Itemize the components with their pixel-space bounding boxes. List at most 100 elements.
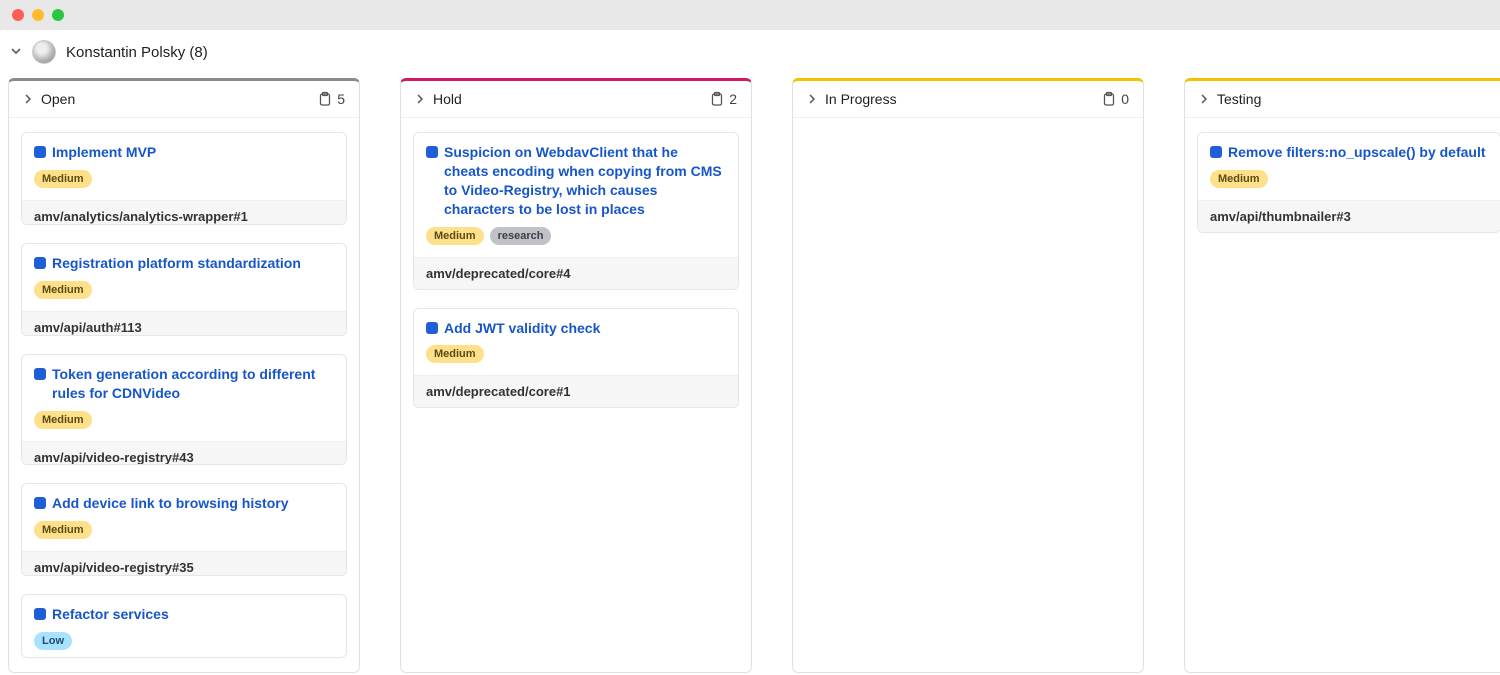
card-title[interactable]: Implement MVP	[52, 143, 156, 162]
issue-type-icon	[1210, 146, 1222, 158]
card-title[interactable]: Registration platform standardization	[52, 254, 301, 273]
card-reference[interactable]: amv/api/thumbnailer#3	[1198, 200, 1500, 232]
card-reference[interactable]: amv/analytics/analytics-wrapper#1	[22, 200, 346, 225]
card-body: Token generation according to different …	[22, 355, 346, 441]
column-header[interactable]: In Progress0	[793, 81, 1143, 118]
column-count: 5	[317, 91, 345, 107]
label-badge[interactable]: Medium	[426, 227, 484, 245]
column-body: Suspicion on WebdavClient that he cheats…	[401, 118, 751, 422]
card-title-row: Token generation according to different …	[34, 365, 334, 403]
issue-type-icon	[426, 322, 438, 334]
window-minimize-button[interactable]	[32, 9, 44, 21]
card-title-row: Registration platform standardization	[34, 254, 301, 273]
card-body: Add JWT validity check Medium	[414, 309, 738, 376]
collapse-column-icon[interactable]	[1199, 94, 1209, 104]
card-labels: Medium	[426, 345, 484, 363]
column-count-value: 2	[729, 91, 737, 107]
card[interactable]: Registration platform standardization Med…	[21, 243, 347, 336]
card-title[interactable]: Add JWT validity check	[444, 319, 600, 338]
column-hold: Hold 2 Suspicion on WebdavClient that he c…	[400, 78, 752, 673]
card-body: Refactor services Low	[22, 595, 346, 658]
column-body	[793, 118, 1143, 146]
issue-type-icon	[34, 497, 46, 509]
card-body: Suspicion on WebdavClient that he cheats…	[414, 133, 738, 257]
card[interactable]: Refactor services Low	[21, 594, 347, 658]
label-badge[interactable]: Medium	[34, 411, 92, 429]
issue-type-icon	[34, 368, 46, 380]
swimlane-header[interactable]: Konstantin Polsky (8)	[0, 30, 1500, 76]
card-title-row: Remove filters:no_upscale() by default	[1210, 143, 1486, 162]
card[interactable]: Remove filters:no_upscale() by default Me…	[1197, 132, 1500, 233]
column-title: Testing	[1217, 91, 1499, 107]
card-labels: Low	[34, 632, 72, 650]
column-count-value: 5	[337, 91, 345, 107]
board: Open 5 Implement MVP Medium amv/analytics/an…	[0, 76, 1500, 673]
card[interactable]: Add device link to browsing history Mediu…	[21, 483, 347, 576]
column-testing: Testing Remove filters:no_upscale() by de…	[1184, 78, 1500, 673]
card-body: Remove filters:no_upscale() by default Me…	[1198, 133, 1500, 200]
avatar	[32, 40, 56, 64]
issue-type-icon	[34, 257, 46, 269]
collapse-swimlane-icon[interactable]	[10, 46, 22, 58]
label-badge[interactable]: Low	[34, 632, 72, 650]
collapse-column-icon[interactable]	[415, 94, 425, 104]
card-labels: Medium	[34, 521, 92, 539]
window-close-button[interactable]	[12, 9, 24, 21]
card[interactable]: Implement MVP Medium amv/analytics/analyti…	[21, 132, 347, 225]
column-body: Implement MVP Medium amv/analytics/analyti…	[9, 118, 359, 672]
label-badge[interactable]: Medium	[34, 170, 92, 188]
card[interactable]: Add JWT validity check Medium amv/deprecat…	[413, 308, 739, 409]
card-title-row: Refactor services	[34, 605, 169, 624]
column-in-progress: In Progress0	[792, 78, 1144, 673]
column-title: In Progress	[825, 91, 1101, 107]
card-title[interactable]: Add device link to browsing history	[52, 494, 288, 513]
clipboard-icon	[1101, 91, 1117, 107]
card-reference[interactable]: amv/deprecated/core#1	[414, 375, 738, 407]
card-title[interactable]: Refactor services	[52, 605, 169, 624]
card-labels: Medium	[34, 411, 92, 429]
issue-type-icon	[34, 146, 46, 158]
label-badge[interactable]: Medium	[34, 521, 92, 539]
column-count: 2	[709, 91, 737, 107]
card-reference[interactable]: amv/deprecated/core#4	[414, 257, 738, 289]
column-open: Open 5 Implement MVP Medium amv/analytics/an…	[8, 78, 360, 673]
column-header[interactable]: Hold 2	[401, 81, 751, 118]
card-labels: Medium research	[426, 227, 551, 245]
card-reference[interactable]: amv/api/auth#113	[22, 311, 346, 336]
clipboard-icon	[709, 91, 725, 107]
column-count: 0	[1101, 91, 1129, 107]
window-chrome	[0, 0, 1500, 30]
card-title-row: Suspicion on WebdavClient that he cheats…	[426, 143, 726, 219]
card-labels: Medium	[1210, 170, 1268, 188]
label-badge[interactable]: Medium	[34, 281, 92, 299]
column-header[interactable]: Testing	[1185, 81, 1500, 118]
user-name: Konstantin Polsky (8)	[66, 44, 208, 61]
collapse-column-icon[interactable]	[807, 94, 817, 104]
card-title-row: Add JWT validity check	[426, 319, 600, 338]
label-badge[interactable]: Medium	[426, 345, 484, 363]
collapse-column-icon[interactable]	[23, 94, 33, 104]
card[interactable]: Token generation according to different …	[21, 354, 347, 465]
card-body: Registration platform standardization Med…	[22, 244, 346, 311]
label-badge[interactable]: Medium	[1210, 170, 1268, 188]
card-title-row: Implement MVP	[34, 143, 156, 162]
issue-type-icon	[426, 146, 438, 158]
window-maximize-button[interactable]	[52, 9, 64, 21]
card-body: Implement MVP Medium	[22, 133, 346, 200]
card-labels: Medium	[34, 170, 92, 188]
card-labels: Medium	[34, 281, 92, 299]
column-title: Open	[41, 91, 317, 107]
card-title[interactable]: Remove filters:no_upscale() by default	[1228, 143, 1486, 162]
column-body: Remove filters:no_upscale() by default Me…	[1185, 118, 1500, 247]
card-body: Add device link to browsing history Mediu…	[22, 484, 346, 551]
card-title[interactable]: Suspicion on WebdavClient that he cheats…	[444, 143, 726, 219]
card-title[interactable]: Token generation according to different …	[52, 365, 334, 403]
card-reference[interactable]: amv/api/video-registry#43	[22, 441, 346, 465]
column-title: Hold	[433, 91, 709, 107]
card-reference[interactable]: amv/api/video-registry#35	[22, 551, 346, 576]
column-header[interactable]: Open 5	[9, 81, 359, 118]
label-badge[interactable]: research	[490, 227, 552, 245]
card[interactable]: Suspicion on WebdavClient that he cheats…	[413, 132, 739, 290]
clipboard-icon	[317, 91, 333, 107]
card-title-row: Add device link to browsing history	[34, 494, 288, 513]
